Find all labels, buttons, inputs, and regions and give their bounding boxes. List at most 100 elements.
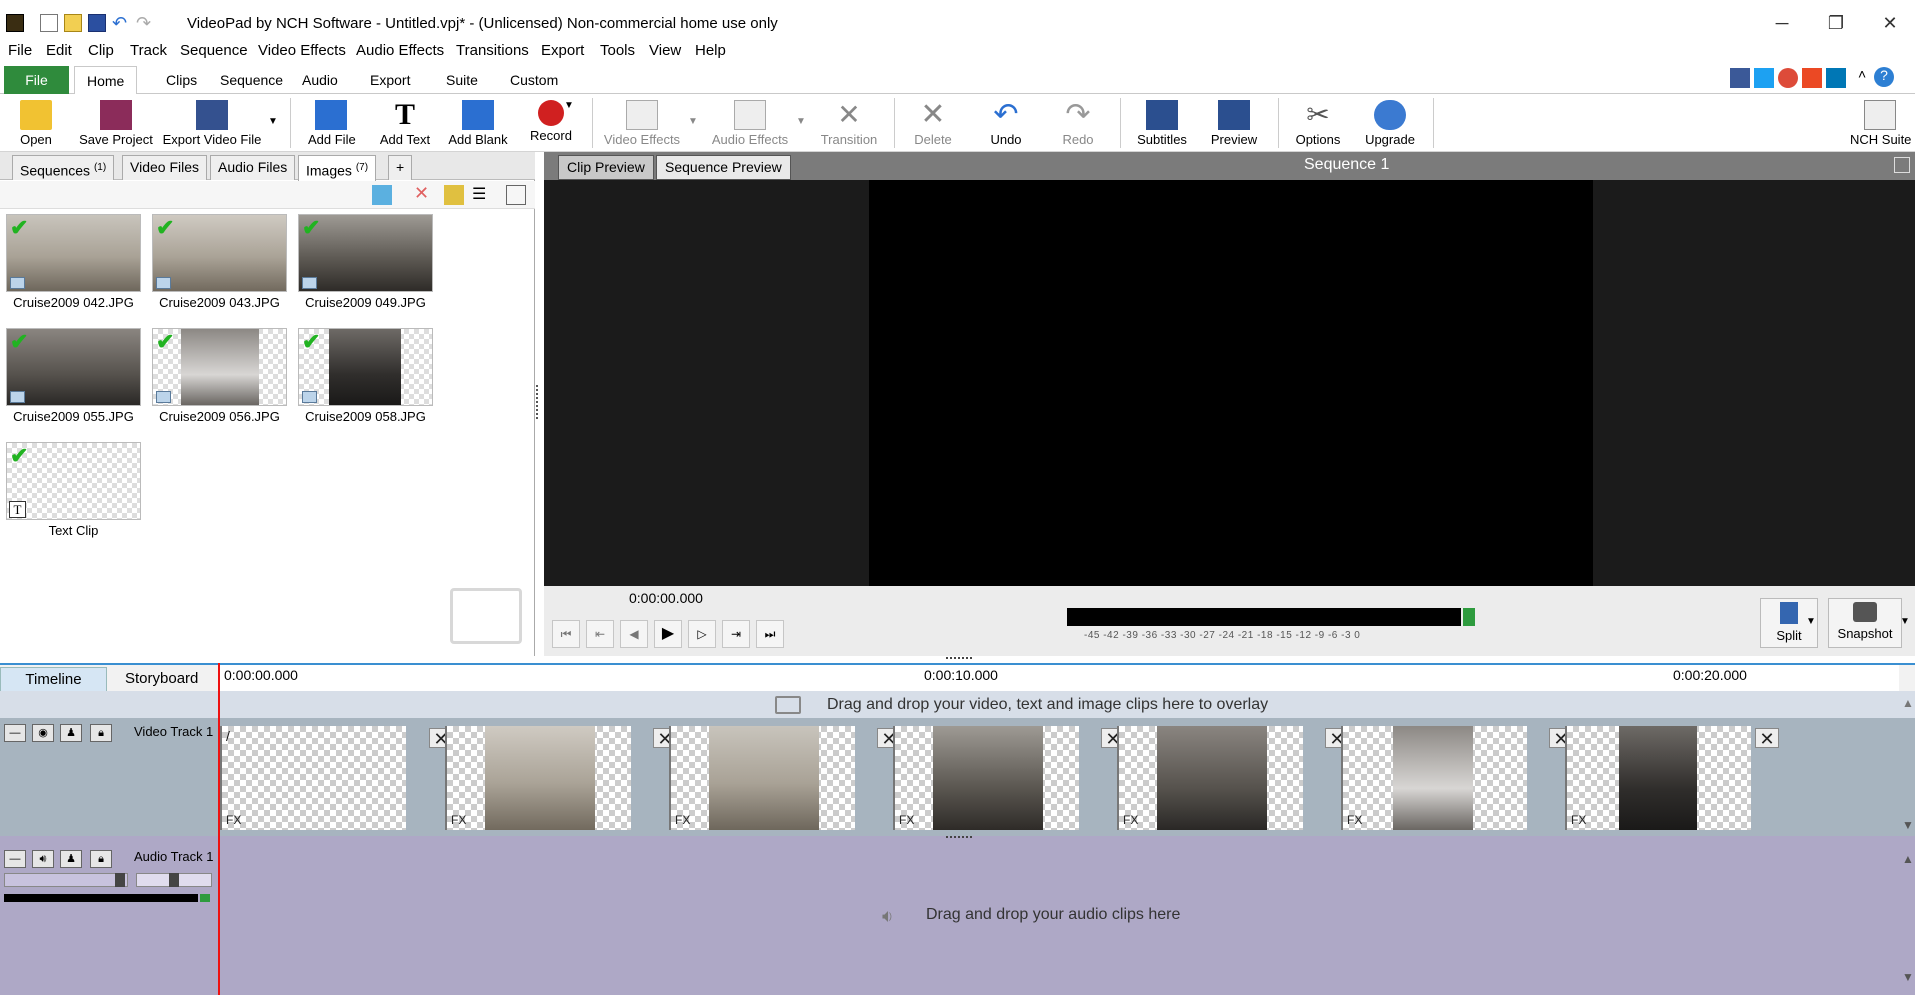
transition-button[interactable]: ✕ Transition [816, 96, 882, 150]
tab-images[interactable]: Images (7) [298, 155, 377, 181]
menu-video-effects[interactable]: Video Effects [258, 42, 346, 59]
menu-export[interactable]: Export [541, 42, 584, 59]
timeline-ruler[interactable]: 0:00:00.000 0:00:10.000 0:00:20.000 [219, 665, 1899, 693]
timeline-clip-text[interactable]: / FX [220, 726, 406, 830]
step-forward-button[interactable]: ▷ [688, 620, 716, 648]
slider-thumb[interactable] [169, 873, 179, 887]
split-dropdown-icon[interactable]: ▼ [1806, 616, 1816, 627]
panel-splitter-handle[interactable] [536, 385, 542, 419]
speaker-icon[interactable]: 🔊︎ [32, 850, 54, 868]
audio-effects-dropdown-icon[interactable]: ▼ [796, 116, 806, 127]
preview-button[interactable]: Preview [1206, 96, 1262, 150]
list-view-icon[interactable]: ☰ [472, 185, 492, 205]
eye-icon[interactable]: ◉ [32, 724, 54, 742]
undo-quick-icon[interactable]: ↶ [112, 14, 130, 32]
restore-button[interactable]: ❐ [1816, 10, 1856, 36]
snapshot-dropdown-icon[interactable]: ▼ [1900, 616, 1910, 627]
tab-custom[interactable]: Custom [498, 66, 570, 94]
menu-view[interactable]: View [649, 42, 681, 59]
scroll-down-icon[interactable]: ▼ [1902, 818, 1914, 832]
menu-edit[interactable]: Edit [46, 42, 72, 59]
tab-sequence-preview[interactable]: Sequence Preview [656, 155, 791, 180]
volume-slider[interactable] [4, 873, 128, 887]
overlay-track[interactable]: Drag and drop your video, text and image… [0, 691, 1915, 718]
save-project-button[interactable]: Save Project [76, 96, 156, 150]
redo-quick-icon[interactable]: ↷ [136, 14, 154, 32]
timeline-clip[interactable]: FX [445, 726, 631, 830]
horizontal-splitter-handle[interactable] [946, 657, 972, 661]
nch-suite-button[interactable]: NCH Suite [1850, 96, 1911, 150]
subtitles-button[interactable]: Subtitles [1134, 96, 1190, 150]
bin-thumbnail[interactable]: ✔ [298, 328, 433, 406]
timeline-clip[interactable]: FX [1117, 726, 1303, 830]
go-to-start-button[interactable]: ⏮ [552, 620, 580, 648]
bin-thumbnail[interactable]: ✔ [6, 214, 141, 292]
video-effects-dropdown-icon[interactable]: ▼ [688, 116, 698, 127]
menu-tools[interactable]: Tools [600, 42, 635, 59]
record-dropdown-icon[interactable]: ▼ [564, 100, 574, 111]
snapshot-button[interactable]: Snapshot [1828, 598, 1902, 648]
pan-slider[interactable] [136, 873, 212, 887]
google-plus-icon[interactable] [1778, 68, 1798, 88]
tab-add[interactable]: + [388, 155, 413, 180]
undock-preview-icon[interactable] [1894, 157, 1910, 173]
lock-icon[interactable]: 🔒︎ [90, 850, 112, 868]
twitter-icon[interactable] [1754, 68, 1774, 88]
close-button[interactable]: ✕ [1870, 10, 1910, 36]
options-button[interactable]: ✂ Options [1290, 96, 1346, 150]
new-icon[interactable] [40, 14, 58, 32]
scroll-down-icon[interactable]: ▼ [1902, 970, 1914, 984]
help-icon[interactable]: ? [1874, 67, 1894, 87]
save-icon[interactable] [88, 14, 106, 32]
bin-thumbnail[interactable]: ✔ T [6, 442, 141, 520]
go-to-end-button[interactable]: ⏭ [756, 620, 784, 648]
track-splitter-handle[interactable] [946, 836, 972, 840]
play-button[interactable]: ▶ [654, 620, 682, 648]
upgrade-button[interactable]: Upgrade [1360, 96, 1420, 150]
open-button[interactable]: Open [14, 96, 58, 150]
collapse-track-icon[interactable]: — [4, 850, 26, 868]
add-file-button[interactable]: Add File [308, 96, 356, 150]
menu-file[interactable]: File [8, 42, 32, 59]
stumbleupon-icon[interactable] [1802, 68, 1822, 88]
scroll-up-icon[interactable]: ▲ [1902, 696, 1914, 710]
collapse-ribbon-icon[interactable]: ˄ [1858, 66, 1866, 82]
tab-suite[interactable]: Suite [434, 66, 490, 94]
tab-audio-files[interactable]: Audio Files [210, 155, 296, 180]
transition-marker-icon[interactable]: ✕ [1755, 728, 1779, 749]
audio-effects-button[interactable]: Audio Effects [710, 96, 790, 150]
scroll-up-icon[interactable]: ▲ [1902, 852, 1914, 866]
linkedin-icon[interactable] [1826, 68, 1846, 88]
menu-sequence[interactable]: Sequence [180, 42, 248, 59]
undo-button[interactable]: ↶ Undo [984, 96, 1028, 150]
tab-clips[interactable]: Clips [154, 66, 209, 94]
open-folder-icon[interactable] [64, 14, 82, 32]
new-folder-icon[interactable] [444, 185, 464, 205]
tab-sequences[interactable]: Sequences (1) [12, 155, 115, 180]
delete-button[interactable]: ✕ Delete [910, 96, 956, 150]
tab-video-files[interactable]: Video Files [122, 155, 208, 180]
solo-track-icon[interactable]: ♟ [60, 724, 82, 742]
menu-track[interactable]: Track [130, 42, 167, 59]
export-dropdown-icon[interactable]: ▼ [268, 116, 278, 127]
redo-button[interactable]: ↷ Redo [1056, 96, 1100, 150]
next-clip-button[interactable]: ⇥ [722, 620, 750, 648]
add-text-button[interactable]: T Add Text [376, 96, 434, 150]
menu-transitions[interactable]: Transitions [456, 42, 529, 59]
sort-icon[interactable] [372, 185, 392, 205]
menu-audio-effects[interactable]: Audio Effects [356, 42, 444, 59]
timeline-clip[interactable]: FX [1565, 726, 1751, 830]
facebook-icon[interactable] [1730, 68, 1750, 88]
bin-thumbnail[interactable]: ✔ [152, 328, 287, 406]
tab-clip-preview[interactable]: Clip Preview [558, 155, 654, 180]
timeline-clip[interactable]: FX [893, 726, 1079, 830]
video-effects-button[interactable]: Video Effects [602, 96, 682, 150]
tab-timeline[interactable]: Timeline [0, 667, 107, 693]
timeline-clip[interactable]: FX [669, 726, 855, 830]
bin-thumbnail[interactable]: ✔ [6, 328, 141, 406]
tab-sequence[interactable]: Sequence [208, 66, 295, 94]
export-video-button[interactable]: Export Video File [162, 96, 262, 150]
lock-icon[interactable]: 🔒︎ [90, 724, 112, 742]
previous-clip-button[interactable]: ⇤ [586, 620, 614, 648]
bin-thumbnail[interactable]: ✔ [152, 214, 287, 292]
